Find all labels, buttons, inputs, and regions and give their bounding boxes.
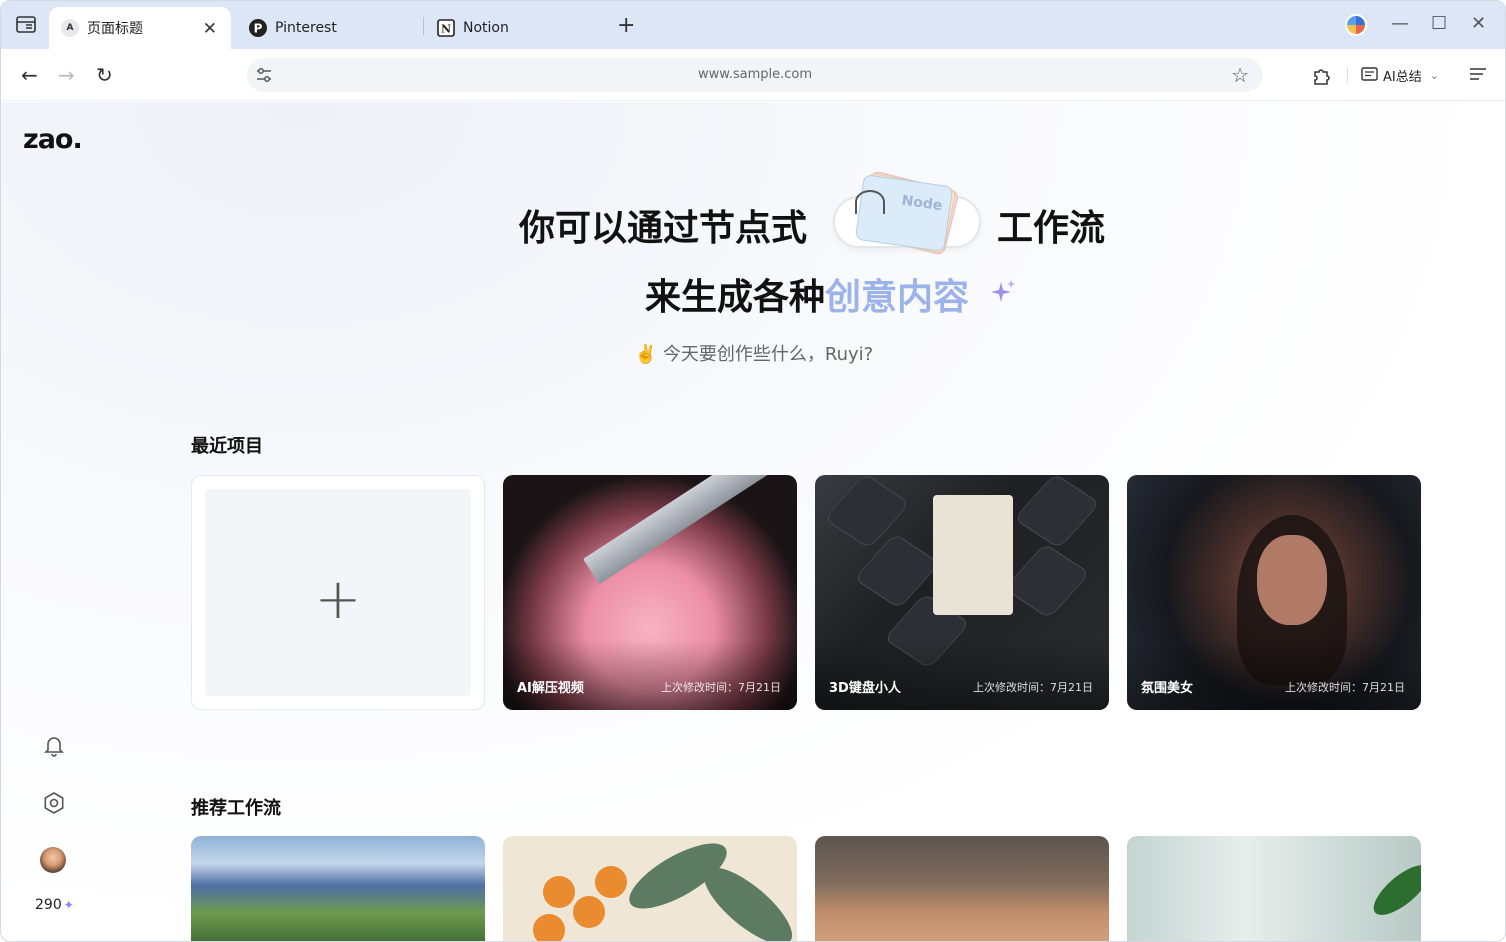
credits-counter[interactable]: 290 ✦ bbox=[35, 897, 74, 913]
page-content: zao. 你可以通过节点式 工作流 Node 来生成各种创意内容 ✌️ 今天要创… bbox=[1, 102, 1505, 941]
plus-icon: + bbox=[314, 567, 362, 632]
new-project-area: + bbox=[205, 489, 471, 696]
tab-actions-icon[interactable] bbox=[15, 15, 37, 35]
thumbnail-detail bbox=[595, 866, 627, 898]
project-thumbnail bbox=[933, 495, 1013, 615]
workflow-card[interactable] bbox=[503, 836, 797, 941]
tab-page-title[interactable]: A 页面标题 ✕ bbox=[49, 7, 231, 49]
tab-label: Notion bbox=[463, 20, 509, 36]
thumbnail-detail bbox=[573, 896, 605, 928]
project-name: 氛围美女 bbox=[1141, 681, 1194, 696]
notion-icon: N bbox=[437, 19, 455, 37]
extensions-icon[interactable] bbox=[1311, 64, 1333, 86]
thumbnail-detail bbox=[543, 876, 575, 908]
tab-separator bbox=[423, 17, 424, 35]
recent-projects-title: 最近项目 bbox=[191, 436, 263, 457]
menu-icon[interactable] bbox=[1469, 66, 1487, 82]
new-project-card[interactable]: + bbox=[191, 475, 485, 710]
workflow-card[interactable] bbox=[1127, 836, 1421, 941]
tab-favicon: A bbox=[61, 19, 79, 37]
hero-text-left: 你可以通过节点式 bbox=[519, 208, 808, 249]
workflow-card[interactable] bbox=[191, 836, 485, 941]
project-name: 3D键盘小人 bbox=[829, 681, 901, 696]
keyboard-key bbox=[1013, 475, 1101, 549]
new-tab-button[interactable]: + bbox=[617, 13, 635, 38]
app-logo[interactable]: zao. bbox=[23, 124, 83, 155]
tab-pinterest[interactable]: P Pinterest bbox=[237, 7, 423, 49]
node-ring-icon bbox=[855, 190, 885, 214]
bell-icon[interactable] bbox=[41, 733, 67, 759]
svg-text:P: P bbox=[254, 22, 263, 36]
thumbnail-detail bbox=[693, 855, 797, 941]
tab-notion[interactable]: N Notion bbox=[425, 7, 611, 49]
user-avatar[interactable] bbox=[40, 847, 66, 873]
project-card[interactable]: AI解压视频 上次修改时间：7月21日 bbox=[503, 475, 797, 710]
chevron-down-icon: ⌄ bbox=[1429, 68, 1439, 82]
project-modified-time: 上次修改时间：7月21日 bbox=[1285, 681, 1405, 694]
hero-text-accent: 创意内容 bbox=[825, 277, 970, 318]
project-modified-time: 上次修改时间：7月21日 bbox=[973, 681, 1093, 694]
ai-summary-button[interactable]: AI总结 ⌄ bbox=[1361, 64, 1439, 86]
svg-text:N: N bbox=[441, 23, 451, 36]
thumbnail-detail bbox=[533, 914, 565, 941]
profile-avatar[interactable] bbox=[1345, 14, 1367, 36]
bookmark-star-icon[interactable]: ☆ bbox=[1231, 63, 1249, 87]
forward-icon[interactable]: → bbox=[58, 63, 75, 87]
hero-text-right: 工作流 bbox=[997, 208, 1106, 249]
caption-shade bbox=[503, 640, 797, 710]
tab-bar: A 页面标题 ✕ P Pinterest N Notion + — ☐ ✕ bbox=[1, 1, 1505, 49]
project-card[interactable]: 氛围美女 上次修改时间：7月21日 bbox=[1127, 475, 1421, 710]
ai-summary-label: AI总结 bbox=[1383, 69, 1422, 85]
pinterest-icon: P bbox=[249, 19, 267, 37]
ai-summary-icon bbox=[1361, 67, 1378, 81]
thumbnail-detail bbox=[1257, 535, 1327, 625]
recommended-workflows-title: 推荐工作流 bbox=[191, 798, 281, 819]
thumbnail-detail bbox=[1366, 856, 1421, 924]
sparkle-icon bbox=[991, 280, 1015, 302]
minimize-icon[interactable]: — bbox=[1391, 13, 1409, 34]
tab-label: 页面标题 bbox=[87, 21, 143, 37]
workflow-card[interactable] bbox=[815, 836, 1109, 941]
keyboard-key bbox=[1003, 543, 1091, 619]
project-card[interactable]: 3D键盘小人 上次修改时间：7月21日 bbox=[815, 475, 1109, 710]
back-icon[interactable]: ← bbox=[21, 63, 38, 87]
caption-shade bbox=[1127, 640, 1421, 710]
credits-value: 290 bbox=[35, 897, 62, 913]
caption-shade bbox=[815, 640, 1109, 710]
browser-window: A 页面标题 ✕ P Pinterest N Notion + — ☐ ✕ ← … bbox=[0, 0, 1506, 942]
project-name: AI解压视频 bbox=[517, 681, 584, 696]
hero-text-plain: 来生成各种 bbox=[645, 277, 826, 318]
sparkle-icon: ✦ bbox=[63, 898, 74, 912]
address-bar[interactable]: www.sample.com ☆ bbox=[247, 58, 1263, 92]
reload-icon[interactable]: ↻ bbox=[96, 63, 113, 87]
toolbar-divider bbox=[1347, 67, 1348, 83]
close-window-icon[interactable]: ✕ bbox=[1471, 13, 1486, 34]
close-tab-icon[interactable]: ✕ bbox=[203, 19, 217, 39]
address-toolbar: ← → ↻ www.sample.com ☆ AI总结 ⌄ bbox=[1, 49, 1505, 101]
tab-label: Pinterest bbox=[275, 20, 337, 36]
settings-icon[interactable] bbox=[41, 790, 67, 816]
maximize-icon[interactable]: ☐ bbox=[1431, 13, 1447, 34]
node-badge-label: Node bbox=[900, 192, 944, 215]
url-text[interactable]: www.sample.com bbox=[247, 67, 1263, 82]
hero-line-2: 来生成各种创意内容 bbox=[645, 268, 969, 320]
project-thumbnail bbox=[583, 475, 784, 585]
greeting-text: ✌️ 今天要创作些什么，Ruyi? bbox=[634, 344, 874, 365]
hero-line-1: 你可以通过节点式 工作流 bbox=[1, 197, 1505, 253]
project-modified-time: 上次修改时间：7月21日 bbox=[661, 681, 781, 694]
